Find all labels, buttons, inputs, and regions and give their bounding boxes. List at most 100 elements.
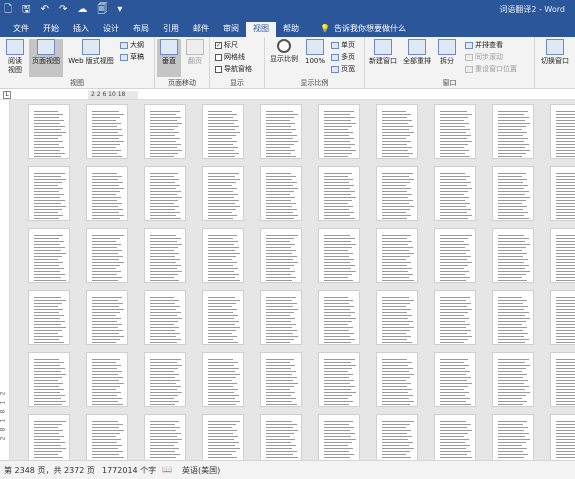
page-thumbnail[interactable] bbox=[492, 352, 534, 407]
page-thumbnail[interactable] bbox=[492, 104, 534, 159]
tab-4[interactable]: 布局 bbox=[126, 22, 156, 37]
page-thumbnail[interactable] bbox=[144, 352, 186, 407]
page-thumbnail[interactable] bbox=[28, 290, 70, 345]
tab-3[interactable]: 设计 bbox=[96, 22, 126, 37]
language[interactable]: 英语(美国) bbox=[182, 465, 220, 476]
page-thumbnail[interactable] bbox=[202, 228, 244, 283]
page-thumbnail[interactable] bbox=[202, 104, 244, 159]
document-area[interactable]: 2 1 8 1 8 2 bbox=[0, 100, 575, 460]
page-thumbnail[interactable] bbox=[434, 228, 476, 283]
page-thumbnail[interactable] bbox=[318, 166, 360, 221]
tab-5[interactable]: 引用 bbox=[156, 22, 186, 37]
page-thumbnail[interactable] bbox=[376, 352, 418, 407]
zoom-100-button[interactable]: 100% bbox=[303, 39, 327, 66]
page-thumbnail[interactable] bbox=[86, 166, 128, 221]
page-thumbnail[interactable] bbox=[260, 414, 302, 460]
print-preview-icon[interactable]: 🗐 bbox=[97, 3, 107, 17]
proofing-icon[interactable]: 📖 bbox=[162, 465, 172, 474]
page-width-button[interactable]: 页宽 bbox=[331, 64, 355, 74]
page-thumbnail[interactable] bbox=[434, 166, 476, 221]
word-count[interactable]: 1772014 个字 bbox=[102, 465, 156, 476]
page-thumbnail[interactable] bbox=[376, 228, 418, 283]
page-thumbnail[interactable] bbox=[492, 290, 534, 345]
side-to-side-button[interactable]: 翻页 bbox=[183, 39, 207, 66]
draft-button[interactable]: 草稿 bbox=[120, 52, 144, 62]
read-mode-button[interactable]: 阅读 视图 bbox=[3, 39, 27, 75]
cloud-icon[interactable]: ☁ bbox=[77, 3, 87, 17]
page-thumbnail[interactable] bbox=[144, 414, 186, 460]
page-thumbnail[interactable] bbox=[550, 228, 575, 283]
page-thumbnail[interactable] bbox=[434, 104, 476, 159]
page-thumbnail[interactable] bbox=[318, 228, 360, 283]
page-thumbnail[interactable] bbox=[260, 228, 302, 283]
page-thumbnail[interactable] bbox=[28, 166, 70, 221]
page-thumbnail[interactable] bbox=[86, 290, 128, 345]
page-thumbnail[interactable] bbox=[318, 352, 360, 407]
page-thumbnail[interactable] bbox=[86, 414, 128, 460]
page-thumbnail[interactable] bbox=[550, 352, 575, 407]
page-thumbnail[interactable] bbox=[28, 228, 70, 283]
print-layout-button[interactable]: 页面视图 bbox=[29, 39, 63, 77]
page-thumbnail[interactable] bbox=[376, 414, 418, 460]
page-thumbnail[interactable] bbox=[318, 290, 360, 345]
page-thumbnail[interactable] bbox=[28, 352, 70, 407]
horizontal-ruler[interactable]: L 2 2 6 10 18 bbox=[0, 90, 575, 100]
tell-me-box[interactable]: 💡 告诉我你想要做什么 bbox=[306, 22, 406, 37]
customize-qat-icon[interactable]: ▾ bbox=[117, 3, 122, 17]
page-count[interactable]: 第 2348 页，共 2372 页 bbox=[4, 465, 95, 476]
gridlines-checkbox[interactable]: 网格线 bbox=[215, 52, 245, 62]
vertical-ruler[interactable]: 2 1 8 1 8 2 bbox=[0, 100, 10, 460]
tab-selector[interactable]: L bbox=[3, 91, 11, 99]
tab-0[interactable]: 文件 bbox=[6, 22, 36, 37]
page-thumbnail[interactable] bbox=[376, 166, 418, 221]
page-thumbnail[interactable] bbox=[86, 228, 128, 283]
page-thumbnail[interactable] bbox=[434, 290, 476, 345]
ruler-checkbox[interactable]: ✓ 标尺 bbox=[215, 40, 238, 50]
tab-1[interactable]: 开始 bbox=[36, 22, 66, 37]
outline-button[interactable]: 大纲 bbox=[120, 40, 144, 50]
one-page-button[interactable]: 单页 bbox=[331, 40, 355, 50]
reset-position-button[interactable]: 重设窗口位置 bbox=[465, 64, 517, 74]
page-thumbnail[interactable] bbox=[550, 104, 575, 159]
page-thumbnail[interactable] bbox=[492, 228, 534, 283]
page-thumbnail[interactable] bbox=[376, 104, 418, 159]
page-thumbnail[interactable] bbox=[434, 414, 476, 460]
page-thumbnail[interactable] bbox=[86, 104, 128, 159]
page-thumbnail[interactable] bbox=[202, 352, 244, 407]
page-thumbnail[interactable] bbox=[260, 352, 302, 407]
sync-scroll-button[interactable]: 同步滚动 bbox=[465, 52, 503, 62]
redo-icon[interactable]: ↷ bbox=[59, 3, 67, 17]
page-thumbnail[interactable] bbox=[260, 290, 302, 345]
page-thumbnail[interactable] bbox=[434, 352, 476, 407]
page-thumbnail[interactable] bbox=[492, 414, 534, 460]
page-thumbnail[interactable] bbox=[144, 104, 186, 159]
page-thumbnail[interactable] bbox=[492, 166, 534, 221]
new-doc-icon[interactable]: 🗋 bbox=[4, 3, 12, 17]
new-window-button[interactable]: 新建窗口 bbox=[367, 39, 399, 66]
side-by-side-button[interactable]: 并排查看 bbox=[465, 40, 503, 50]
save-icon[interactable]: 🖫 bbox=[22, 3, 31, 17]
tab-2[interactable]: 插入 bbox=[66, 22, 96, 37]
page-thumbnail[interactable] bbox=[144, 166, 186, 221]
page-thumbnail[interactable] bbox=[144, 228, 186, 283]
page-thumbnail[interactable] bbox=[550, 414, 575, 460]
tab-8[interactable]: 视图 bbox=[246, 22, 276, 37]
page-thumbnail[interactable] bbox=[144, 290, 186, 345]
tab-9[interactable]: 帮助 bbox=[276, 22, 306, 37]
page-thumbnail[interactable] bbox=[28, 104, 70, 159]
split-button[interactable]: 拆分 bbox=[435, 39, 459, 66]
multi-page-button[interactable]: 多页 bbox=[331, 52, 355, 62]
tab-7[interactable]: 审阅 bbox=[216, 22, 246, 37]
page-thumbnail[interactable] bbox=[550, 166, 575, 221]
switch-windows-button[interactable]: 切换窗口 bbox=[537, 39, 573, 66]
page-thumbnail[interactable] bbox=[202, 414, 244, 460]
vertical-button[interactable]: 垂直 bbox=[157, 39, 181, 77]
undo-icon[interactable]: ↶ bbox=[41, 3, 49, 17]
page-thumbnail[interactable] bbox=[550, 290, 575, 345]
nav-pane-checkbox[interactable]: 导航窗格 bbox=[215, 64, 252, 74]
page-thumbnail[interactable] bbox=[86, 352, 128, 407]
arrange-all-button[interactable]: 全部重排 bbox=[401, 39, 433, 66]
page-thumbnail[interactable] bbox=[260, 104, 302, 159]
page-thumbnail[interactable] bbox=[318, 104, 360, 159]
zoom-button[interactable]: 显示比例 bbox=[267, 39, 301, 64]
